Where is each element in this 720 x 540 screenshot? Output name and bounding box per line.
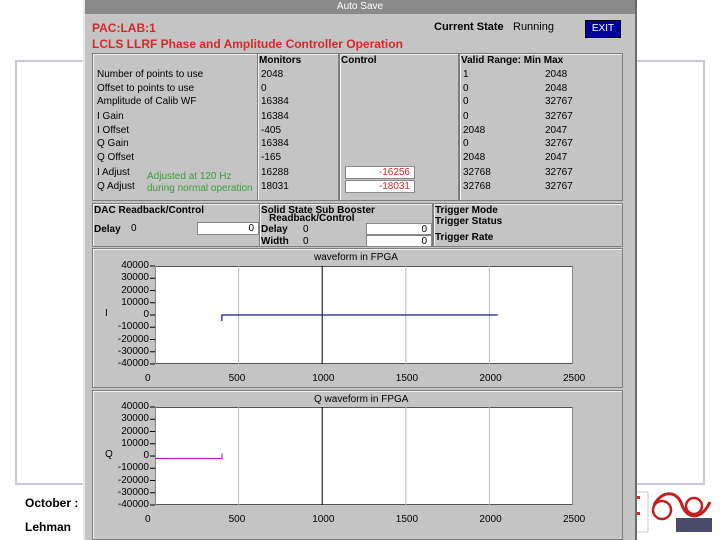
footer-author: Lehman	[25, 520, 72, 534]
waveform-series-line	[155, 453, 223, 460]
controller-window: Auto Save PAC:LAB:1 LCLS LLRF Phase and …	[83, 0, 637, 540]
y-tick-label: 30000	[121, 413, 149, 425]
x-tick-label: 1000	[312, 514, 335, 525]
footer-date: October :	[25, 496, 79, 510]
x-tick-label: 2000	[479, 514, 502, 525]
y-tick-label: 40000	[121, 401, 149, 412]
y-tick-label: 20000	[121, 425, 149, 437]
y-tick-label: -10000	[117, 462, 149, 474]
y-tick-label: -20000	[117, 474, 149, 486]
x-tick-label: 500	[228, 514, 246, 525]
y-axis-label: Q	[105, 449, 113, 460]
x-tick-label: 2500	[563, 514, 586, 525]
y-tick-label: 10000	[121, 437, 149, 449]
x-tick-label: 0	[145, 514, 151, 525]
y-tick-label: -40000	[117, 499, 149, 510]
ssrl-logo	[632, 490, 714, 535]
plot-svg	[150, 406, 574, 506]
x-tick-label: 1500	[395, 514, 419, 525]
y-tick-label: -30000	[117, 486, 149, 498]
